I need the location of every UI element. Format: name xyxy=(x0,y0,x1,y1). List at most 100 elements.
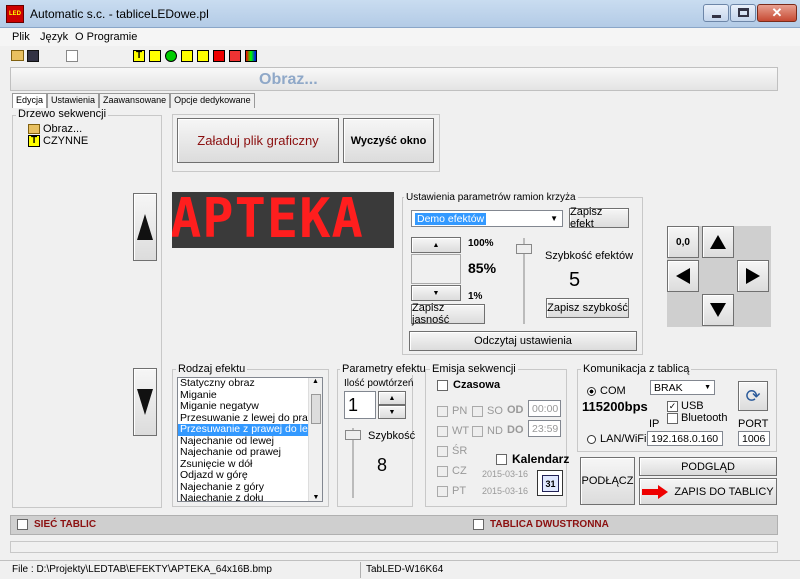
minimize-button[interactable] xyxy=(703,4,729,22)
scroll-up-icon[interactable]: ▲ xyxy=(309,378,322,385)
tab-ustawienia[interactable]: Ustawienia xyxy=(47,93,100,108)
checkbox[interactable] xyxy=(667,412,678,424)
port-field[interactable]: 1006 xyxy=(738,431,770,446)
brightness-down-button[interactable]: ▼ xyxy=(411,285,461,301)
tree-item-czynne[interactable]: T CZYNNE xyxy=(28,135,88,147)
move-up-button[interactable] xyxy=(133,193,157,261)
tab-edycja[interactable]: Edycja xyxy=(12,93,48,108)
effect-list-item[interactable]: Odjazd w górę xyxy=(178,469,309,482)
do-time-field[interactable]: 23:59 xyxy=(528,420,561,437)
tab-opcje-dedykowane[interactable]: Opcje dedykowane xyxy=(170,93,255,108)
nav-right-button[interactable] xyxy=(737,260,769,292)
effects-icon[interactable] xyxy=(149,50,161,62)
day-nd[interactable]: ND xyxy=(472,425,503,437)
effect-list[interactable]: Statyczny obraz Miganie Miganie negatyw Prz… xyxy=(177,377,323,502)
checkbox[interactable] xyxy=(437,465,448,477)
save-brightness-button[interactable]: Zapisz jasność xyxy=(411,302,485,326)
brightness-value: 85% xyxy=(468,260,497,276)
nav-up-button[interactable] xyxy=(702,226,734,258)
bluetooth-checkbox[interactable]: Bluetooth xyxy=(667,412,727,424)
checkbox[interactable] xyxy=(437,379,448,391)
refresh-button[interactable]: ⟳ xyxy=(738,381,768,411)
clear-window-button[interactable]: Wyczyść okno xyxy=(343,118,434,163)
effect-list-item[interactable]: Miganie negatyw xyxy=(178,400,309,413)
day-pt[interactable]: PT xyxy=(437,485,466,497)
red-icon[interactable] xyxy=(213,50,225,62)
repeat-down-button[interactable]: ▼ xyxy=(378,405,406,419)
checkbox[interactable] xyxy=(472,405,483,417)
calendar-button[interactable]: 31 xyxy=(537,470,563,496)
clock-icon[interactable] xyxy=(181,50,193,62)
day-so[interactable]: SO xyxy=(472,405,503,417)
checkbox[interactable] xyxy=(496,453,507,465)
preview-button[interactable]: PODGLĄD xyxy=(639,457,777,476)
calendar-checkbox[interactable]: Kalendarz xyxy=(496,452,569,466)
brightness-up-button[interactable]: ▲ xyxy=(411,237,461,253)
checkbox[interactable] xyxy=(437,485,448,497)
save-effect-button[interactable]: Zapisz efekt xyxy=(569,206,629,230)
repeat-up-button[interactable]: ▲ xyxy=(378,391,406,405)
slider-thumb[interactable] xyxy=(516,244,532,254)
menu-jezyk[interactable]: Język xyxy=(40,31,68,43)
menu-o-programie[interactable]: O Programie xyxy=(75,31,137,43)
load-image-button[interactable]: Załaduj plik graficzny xyxy=(177,118,339,163)
save-icon[interactable] xyxy=(27,50,39,62)
checkbox[interactable] xyxy=(472,425,483,437)
scroll-thumb[interactable] xyxy=(311,394,321,424)
close-button[interactable]: ✕ xyxy=(757,4,797,22)
effect-speed-slider[interactable] xyxy=(514,238,534,324)
com-select[interactable]: BRAK ▼ xyxy=(650,380,715,395)
od-time-field[interactable]: 00:00 xyxy=(528,400,561,417)
checkbox-checked[interactable]: ✓ xyxy=(667,400,678,412)
pattern-icon[interactable] xyxy=(229,50,241,62)
move-down-button[interactable] xyxy=(133,368,157,436)
checkbox[interactable] xyxy=(437,405,448,417)
checkbox[interactable] xyxy=(17,519,28,530)
double-sided-checkbox[interactable]: TABLICA DWUSTRONNA xyxy=(473,519,609,530)
effect-list-item[interactable]: Najechanie z dołu xyxy=(178,492,309,501)
menu-plik[interactable]: Plik xyxy=(12,31,30,43)
com-radio[interactable]: COM xyxy=(587,385,626,397)
origin-button[interactable]: 0,0 xyxy=(667,226,699,258)
nav-down-button[interactable] xyxy=(702,294,734,326)
port-value: 1006 xyxy=(742,432,766,445)
timed-checkbox[interactable]: Czasowa xyxy=(437,379,500,391)
effect-list-item[interactable]: Statyczny obraz xyxy=(178,378,309,390)
scroll-down-icon[interactable]: ▼ xyxy=(309,494,322,501)
effect-select[interactable]: Demo efektów ▼ xyxy=(411,210,563,227)
smile-icon[interactable] xyxy=(165,50,177,62)
effect-list-item[interactable]: Najechanie od prawej xyxy=(178,446,309,459)
color-icon[interactable] xyxy=(245,50,257,62)
tree-item-obraz[interactable]: Obraz... xyxy=(28,123,82,135)
connect-button[interactable]: PODŁĄCZ xyxy=(580,457,635,505)
lan-radio[interactable]: LAN/WiFi xyxy=(587,433,646,445)
read-settings-button[interactable]: Odczytaj ustawienia xyxy=(409,331,637,351)
scrollbar[interactable]: ▲ ▼ xyxy=(308,378,322,501)
maximize-button[interactable] xyxy=(730,4,756,22)
day-wt[interactable]: WT xyxy=(437,425,469,437)
blank-icon[interactable] xyxy=(66,50,78,62)
day-sr[interactable]: ŚR xyxy=(437,445,467,457)
checkbox[interactable] xyxy=(437,425,448,437)
open-icon[interactable] xyxy=(11,50,24,61)
effect-speed-slider-2[interactable] xyxy=(344,428,362,498)
usb-checkbox[interactable]: ✓ USB xyxy=(667,400,704,412)
ip-value: 192.168.0.160 xyxy=(651,432,719,445)
network-checkbox[interactable]: SIEĆ TABLIC xyxy=(17,519,96,530)
repeat-input[interactable]: 1 xyxy=(344,391,376,419)
ip-field[interactable]: 192.168.0.160 xyxy=(647,431,723,446)
sun-icon[interactable] xyxy=(197,50,209,62)
write-to-board-button[interactable]: ZAPIS DO TABLICY xyxy=(639,478,777,505)
save-speed-button[interactable]: Zapisz szybkość xyxy=(546,298,629,318)
nav-left-button[interactable] xyxy=(667,260,699,292)
tab-zaawansowane[interactable]: Zaawansowane xyxy=(99,93,171,108)
checkbox[interactable] xyxy=(437,445,448,457)
slider-thumb[interactable] xyxy=(345,430,361,440)
checkbox[interactable] xyxy=(473,519,484,530)
day-cz[interactable]: CZ xyxy=(437,465,467,477)
page-title: Obraz... xyxy=(259,71,318,88)
day-pn[interactable]: PN xyxy=(437,405,467,417)
effect-list-item[interactable]: Przesuwanie z prawej do lewej xyxy=(178,423,322,436)
brightness-track[interactable] xyxy=(411,254,461,284)
text-icon[interactable]: T xyxy=(133,50,145,62)
